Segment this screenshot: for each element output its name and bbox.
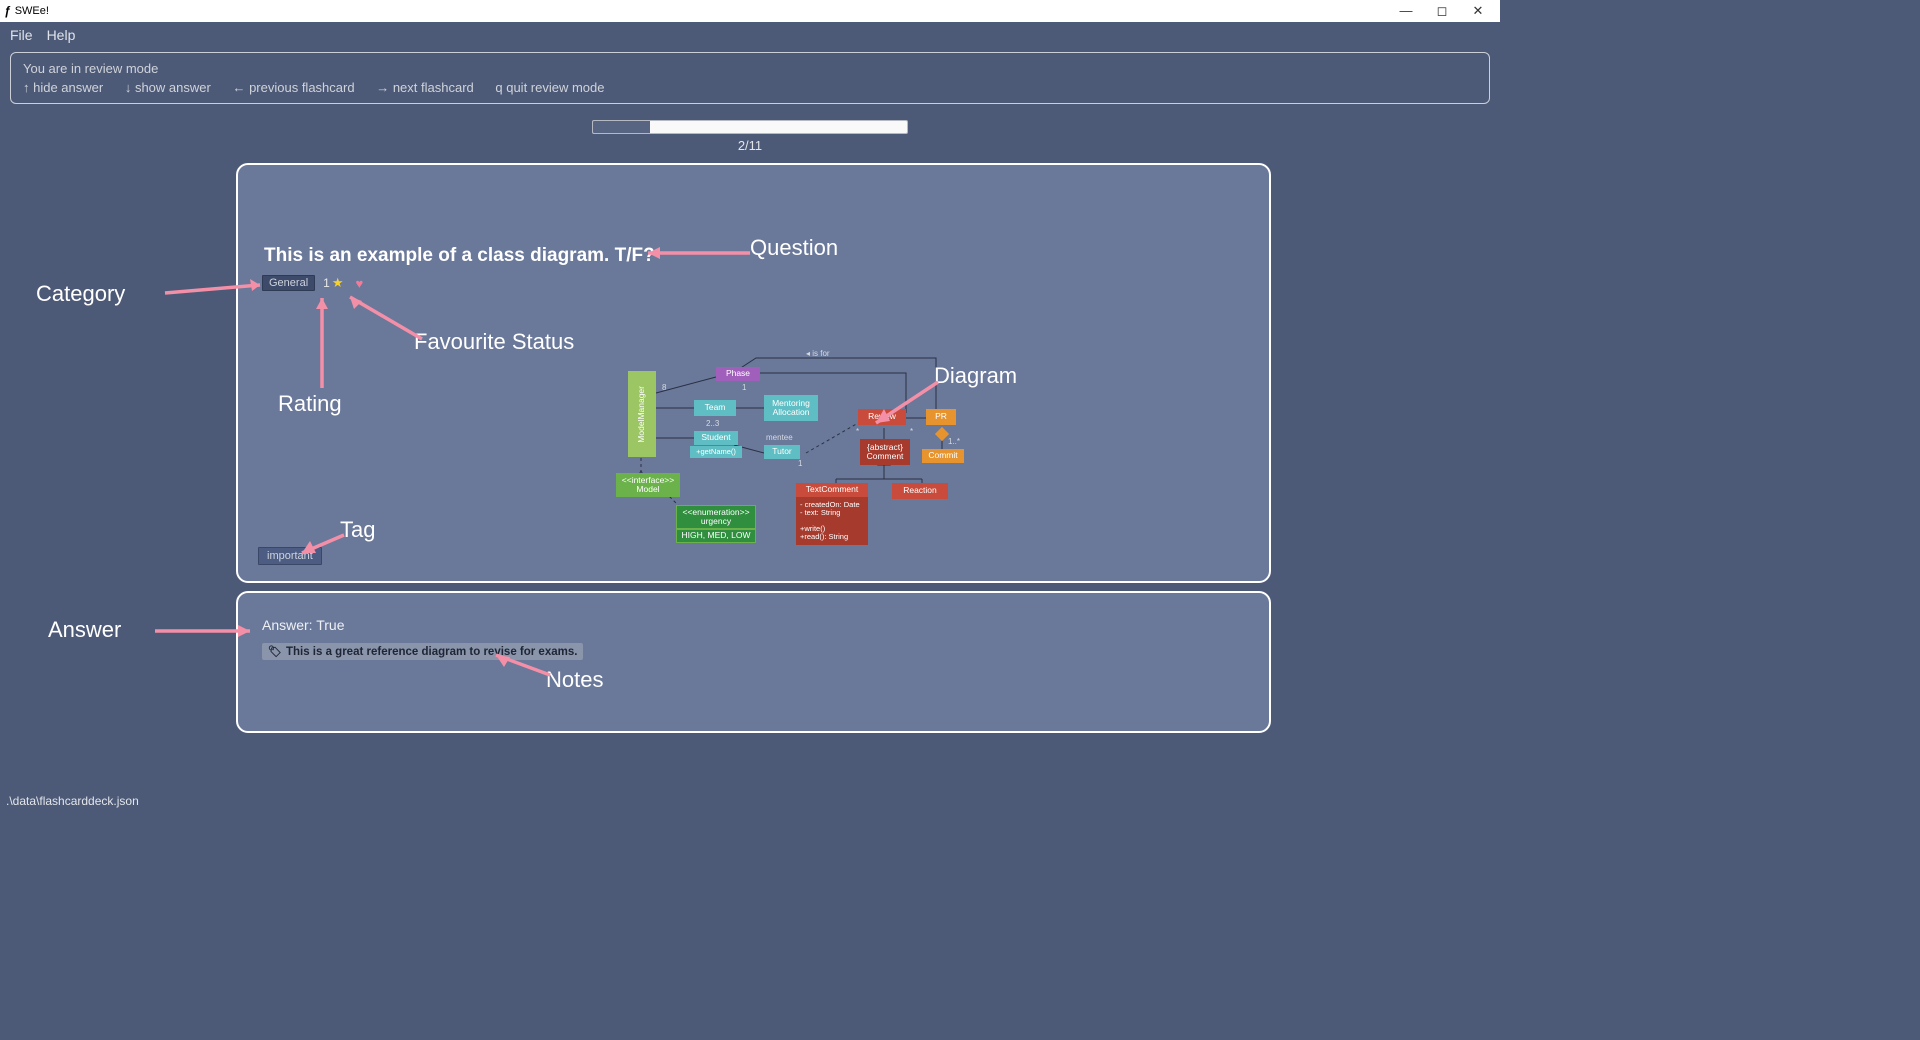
box-textcomment: TextComment bbox=[796, 483, 868, 497]
box-abstract-comment: {abstract} Comment bbox=[860, 439, 910, 465]
box-team: Team bbox=[694, 400, 736, 416]
note-text: This is a great reference diagram to rev… bbox=[286, 646, 577, 658]
note-icon: 🏷 bbox=[268, 645, 282, 658]
review-mode-infobox: You are in review mode ↑ hide answer ↓ s… bbox=[10, 52, 1490, 104]
rating-indicator: 1 ★ bbox=[323, 275, 343, 291]
keyboard-hints: ↑ hide answer ↓ show answer ← previous f… bbox=[23, 80, 1477, 95]
window-titlebar: ƒ SWEe! — ◻ ✕ bbox=[0, 0, 1500, 22]
box-getname: +getName() bbox=[690, 446, 742, 458]
card-meta-row: General 1 ★ ♥ bbox=[262, 275, 1245, 291]
box-enumeration: <<enumeration>> urgency bbox=[676, 505, 756, 529]
hint-hide-answer: ↑ hide answer bbox=[23, 80, 103, 95]
lbl-star: * bbox=[910, 427, 913, 436]
app-title: SWEe! bbox=[15, 5, 49, 17]
flashcard-question-panel: This is an example of a class diagram. T… bbox=[236, 163, 1271, 583]
hint-previous: ← previous flashcard bbox=[232, 80, 354, 95]
box-commit: Commit bbox=[922, 449, 964, 463]
lbl-m1b: 1 bbox=[742, 383, 746, 392]
box-student: Student bbox=[694, 431, 738, 445]
rating-value: 1 bbox=[323, 276, 330, 290]
maximize-button[interactable]: ◻ bbox=[1424, 0, 1460, 22]
lbl-m8: 8 bbox=[662, 383, 666, 392]
annotation-notes: Notes bbox=[546, 667, 603, 693]
answer-text: Answer: True bbox=[262, 617, 1245, 633]
app-icon: ƒ bbox=[4, 4, 11, 18]
progress-section: 2/11 bbox=[0, 120, 1500, 153]
tag-chip: important bbox=[258, 547, 322, 565]
lbl-mentee: mentee bbox=[766, 433, 793, 442]
minimize-button[interactable]: — bbox=[1388, 0, 1424, 22]
star-icon: ★ bbox=[332, 275, 344, 291]
progress-label: 2/11 bbox=[738, 138, 762, 153]
flashcard-answer-panel: Answer: True 🏷 This is a great reference… bbox=[236, 591, 1271, 733]
card-area: This is an example of a class diagram. T… bbox=[0, 153, 1500, 792]
hint-next: → next flashcard bbox=[376, 80, 474, 95]
annotation-answer: Answer bbox=[48, 617, 121, 643]
lbl-sa: * bbox=[856, 427, 859, 436]
favourite-icon: ♥ bbox=[355, 276, 363, 291]
review-mode-line: You are in review mode bbox=[23, 61, 1477, 76]
box-reaction: Reaction bbox=[892, 483, 948, 499]
note-chip: 🏷 This is a great reference diagram to r… bbox=[262, 643, 583, 660]
close-button[interactable]: ✕ bbox=[1460, 0, 1496, 22]
box-tutor: Tutor bbox=[764, 445, 800, 459]
lbl-is-for: ◂ is for bbox=[806, 349, 830, 358]
box-review: Review bbox=[858, 409, 906, 425]
annotation-rating: Rating bbox=[278, 391, 342, 417]
box-pr: PR bbox=[926, 409, 956, 425]
annotation-tag: Tag bbox=[340, 517, 375, 543]
annotation-diagram: Diagram bbox=[934, 363, 1017, 389]
lbl-m23: 2..3 bbox=[706, 419, 719, 428]
lbl-m1a: 1 bbox=[798, 459, 802, 468]
box-tc-ops: +write() +read(): String bbox=[796, 521, 868, 545]
box-model-manager: ModelManager bbox=[628, 371, 656, 457]
menu-bar: File Help bbox=[0, 22, 1500, 48]
progress-fill bbox=[593, 121, 650, 133]
hint-show-answer: ↓ show answer bbox=[125, 80, 211, 95]
category-chip: General bbox=[262, 275, 315, 291]
annotation-question: Question bbox=[750, 235, 838, 261]
box-interface: <<interface>> Model bbox=[616, 473, 680, 497]
box-enum-values: HIGH, MED, LOW bbox=[676, 529, 756, 543]
lbl-1s: 1..* bbox=[948, 437, 960, 446]
annotation-favourite: Favourite Status bbox=[414, 329, 574, 355]
progress-bar bbox=[592, 120, 908, 134]
annotation-category: Category bbox=[36, 281, 125, 307]
class-diagram: ModelManager Phase Team Mentoring Alloca… bbox=[606, 353, 1126, 563]
menu-file[interactable]: File bbox=[10, 27, 33, 43]
box-mentoring: Mentoring Allocation bbox=[764, 395, 818, 421]
hint-quit: q quit review mode bbox=[495, 80, 604, 95]
box-tc-attrs: - createdOn: Date - text: String bbox=[796, 497, 868, 521]
menu-help[interactable]: Help bbox=[47, 27, 76, 43]
status-path: .\data\flashcarddeck.json bbox=[6, 794, 139, 808]
status-bar: .\data\flashcarddeck.json bbox=[0, 792, 1500, 812]
box-phase: Phase bbox=[716, 367, 760, 381]
